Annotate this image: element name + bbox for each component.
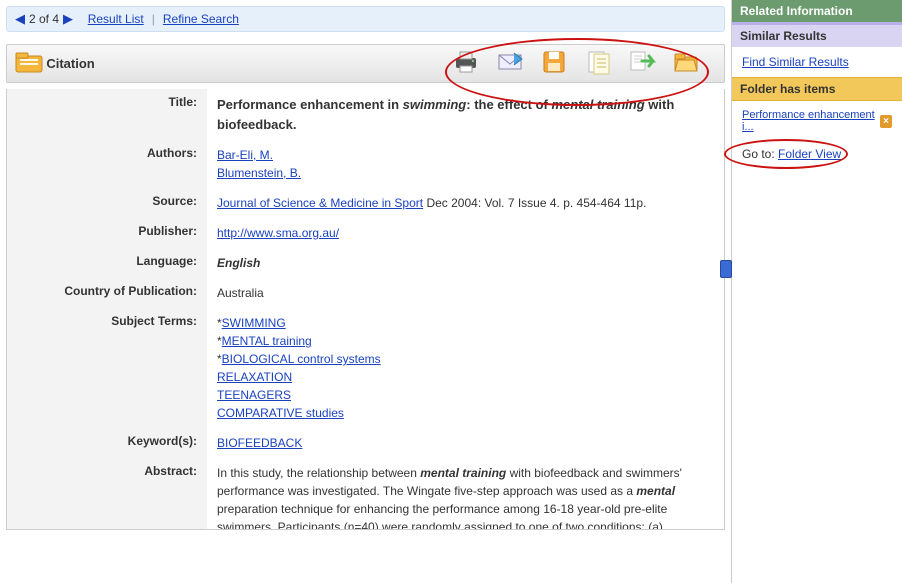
- field-label-language: Language:: [7, 248, 207, 278]
- field-value-abstract: In this study, the relationship between …: [207, 458, 724, 530]
- folder-view-link[interactable]: Folder View: [778, 147, 841, 161]
- refine-search-link[interactable]: Refine Search: [163, 12, 239, 26]
- publisher-link[interactable]: http://www.sma.org.au/: [217, 226, 339, 240]
- result-count: 2 of 4: [29, 12, 59, 26]
- folder-body: Performance enhancement i... × Go to: Fo…: [732, 101, 902, 169]
- print-icon[interactable]: [452, 49, 480, 78]
- similar-results-body: Find Similar Results: [732, 47, 902, 77]
- field-label-source: Source:: [7, 188, 207, 218]
- next-arrow-icon[interactable]: ▶: [63, 11, 73, 27]
- field-label-keywords: Keyword(s):: [7, 428, 207, 458]
- subject-link[interactable]: BIOLOGICAL control systems: [222, 352, 381, 366]
- prev-arrow-icon[interactable]: ◀: [15, 11, 25, 27]
- field-value-subjects: *SWIMMING*MENTAL training*BIOLOGICAL con…: [207, 308, 724, 428]
- similar-results-header: Similar Results: [732, 22, 902, 47]
- email-icon[interactable]: [496, 49, 524, 78]
- scroll-handle[interactable]: [720, 260, 732, 278]
- field-value-keywords: BIOFEEDBACK: [207, 428, 724, 458]
- keyword-link[interactable]: BIOFEEDBACK: [217, 436, 302, 450]
- subject-link[interactable]: TEENAGERS: [217, 388, 291, 402]
- subject-link[interactable]: RELAXATION: [217, 370, 292, 384]
- language-text: English: [217, 256, 260, 270]
- source-detail: Dec 2004: Vol. 7 Issue 4. p. 454-464 11p…: [423, 196, 646, 210]
- goto-label: Go to:: [742, 147, 778, 161]
- citation-record: Title: Performance enhancement in swimmi…: [6, 89, 725, 530]
- field-label-publisher: Publisher:: [7, 218, 207, 248]
- author-link[interactable]: Blumenstein, B.: [217, 166, 301, 180]
- export-icon[interactable]: [628, 49, 656, 78]
- citation-header: Citation: [6, 44, 725, 83]
- citation-label: Citation: [46, 56, 94, 71]
- field-value-authors: Bar-Eli, M. Blumenstein, B.: [207, 140, 724, 188]
- field-value-source: Journal of Science & Medicine in Sport D…: [207, 188, 724, 218]
- field-value-language: English: [207, 248, 724, 278]
- folder-has-items-header: Folder has items: [732, 77, 902, 101]
- folder-item-link[interactable]: Performance enhancement i...: [742, 109, 876, 133]
- result-list-link[interactable]: Result List: [88, 12, 144, 26]
- subject-link[interactable]: SWIMMING: [222, 316, 286, 330]
- related-info-header: Related Information: [732, 0, 902, 22]
- field-label-abstract: Abstract:: [7, 458, 207, 530]
- field-label-subjects: Subject Terms:: [7, 308, 207, 428]
- subject-link[interactable]: COMPARATIVE studies: [217, 406, 344, 420]
- field-label-country: Country of Publication:: [7, 278, 207, 308]
- field-label-authors: Authors:: [7, 140, 207, 188]
- source-journal-link[interactable]: Journal of Science & Medicine in Sport: [217, 196, 423, 210]
- add-to-folder-icon[interactable]: [672, 49, 700, 78]
- find-similar-link[interactable]: Find Similar Results: [742, 55, 849, 69]
- author-link[interactable]: Bar-Eli, M.: [217, 148, 273, 162]
- subject-link[interactable]: MENTAL training: [222, 334, 312, 348]
- action-toolbar: [436, 49, 716, 78]
- sidebar: Related Information Similar Results Find…: [732, 0, 902, 583]
- citation-folder-icon: [15, 50, 43, 77]
- remove-folder-item-icon[interactable]: ×: [880, 115, 892, 128]
- save-icon[interactable]: [540, 49, 568, 78]
- field-label-title: Title:: [7, 89, 207, 140]
- field-value-country: Australia: [207, 278, 724, 308]
- field-value-title: Performance enhancement in swimming: the…: [207, 89, 724, 140]
- cite-icon[interactable]: [584, 49, 612, 78]
- result-nav-bar: ◀ 2 of 4 ▶ Result List | Refine Search: [6, 6, 725, 32]
- field-value-publisher: http://www.sma.org.au/: [207, 218, 724, 248]
- separator: |: [152, 12, 155, 26]
